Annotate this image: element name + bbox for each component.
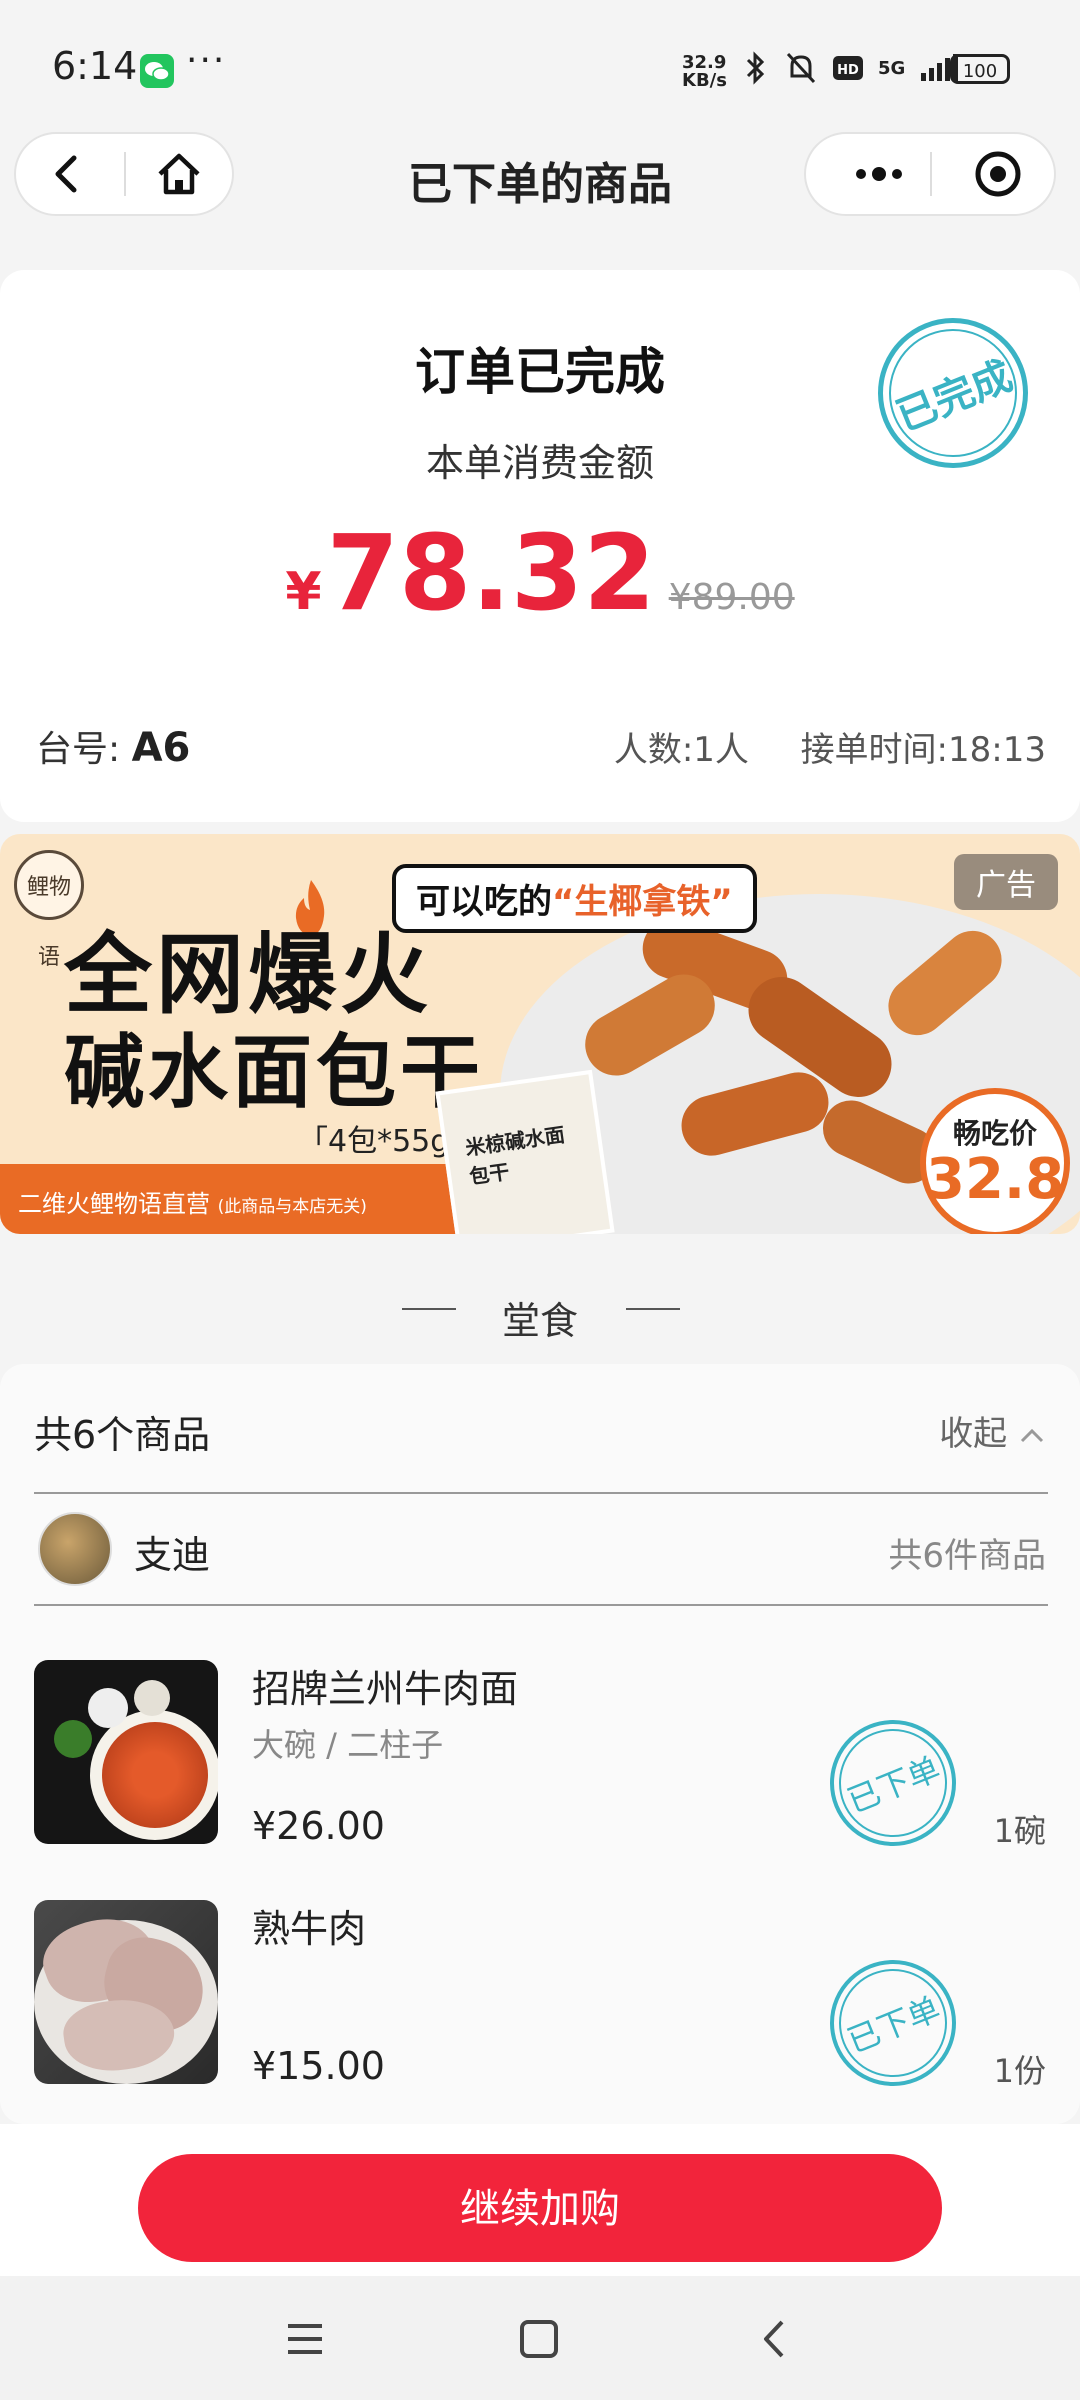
divider	[34, 1492, 1048, 1494]
avatar	[38, 1512, 112, 1586]
network-speed: 32.9 KB/s	[682, 52, 727, 91]
people-count: 人数:1人	[613, 730, 749, 770]
ad-price-value: 32.8	[926, 1147, 1065, 1212]
ad-subhead: 碱水面包干	[64, 1026, 484, 1119]
noodle-bowl	[90, 1710, 218, 1840]
chevron-up-icon	[1020, 1428, 1044, 1443]
more-button[interactable]	[834, 144, 924, 204]
battery-icon: 100	[950, 54, 1010, 84]
home-square-icon[interactable]	[514, 2314, 564, 2364]
more-notifications-icon: ···	[186, 40, 227, 81]
nav-right-capsule	[804, 132, 1056, 216]
item-thumbnail-noodle	[34, 1660, 218, 1844]
item-name: 熟牛肉	[252, 1907, 367, 1951]
menu-icon[interactable]	[280, 2314, 330, 2364]
ad-price-badge: 畅吃价 32.8	[920, 1088, 1070, 1234]
capsule-divider	[930, 152, 932, 196]
ad-price-label: 畅吃价	[952, 1117, 1037, 1150]
ad-footnote: 二维火鲤物语直营 (此商品与本店无关)	[18, 1190, 367, 1218]
svg-text:HD: HD	[837, 63, 859, 78]
item-price: ¥26.00	[252, 1804, 385, 1848]
item-price: ¥15.00	[252, 2044, 385, 2088]
close-miniprogram-button[interactable]	[958, 144, 1038, 204]
order-meta: 人数:1人 接单时间:18:13	[614, 722, 1046, 771]
section-line-right	[626, 1308, 680, 1310]
status-icons: HD 5G	[740, 50, 959, 86]
item-thumbnail-beef	[34, 1900, 218, 2084]
item-quantity: 1碗	[993, 1812, 1046, 1850]
section-heading: 堂食	[501, 1299, 578, 1343]
original-price: ¥89.00	[668, 577, 795, 618]
amount-row: ¥ 78.32 ¥89.00	[0, 512, 1080, 634]
amount-label: 本单消费金额	[425, 441, 654, 485]
more-dots-icon	[856, 167, 902, 181]
item-quantity: 1份	[993, 2052, 1046, 2090]
order-amount: 78.32	[326, 512, 656, 634]
table-info: 台号: A6	[36, 720, 190, 772]
table-number: A6	[131, 725, 191, 771]
continue-ordering-button[interactable]: 继续加购	[138, 2154, 942, 2262]
user-item-count: 共6件商品	[888, 1536, 1046, 1576]
status-bar: 6:14 ··· 32.9 KB/s HD 5G 100	[0, 0, 1080, 130]
hd-icon: HD	[833, 56, 863, 80]
ad-pack-label: 米椋碱水面包干	[463, 1122, 567, 1189]
order-time: 接单时间:18:13	[800, 730, 1046, 770]
item-name: 招牌兰州牛肉面	[252, 1667, 519, 1711]
items-count: 共6个商品	[34, 1413, 211, 1457]
item-spec: 大碗 / 二柱子	[252, 1726, 444, 1764]
collapse-button[interactable]: 收起	[939, 1406, 1046, 1455]
ad-callout-prefix: 可以吃的	[416, 882, 552, 922]
divider	[34, 1604, 1048, 1606]
ad-callout-highlight: “生椰拿铁”	[552, 882, 733, 922]
target-close-icon	[975, 151, 1021, 197]
system-nav-bar	[0, 2276, 1080, 2400]
table-label: 台号:	[36, 729, 121, 770]
currency-symbol: ¥	[285, 562, 322, 622]
ad-callout: 可以吃的“生椰拿铁”	[392, 864, 757, 933]
ad-banner[interactable]: 鲤物语 全网爆火 碱水面包干 「4包*55g」 可以吃的“生椰拿铁” 二维火鲤物…	[0, 834, 1080, 1234]
wechat-icon	[140, 54, 174, 88]
bluetooth-icon	[746, 51, 765, 85]
network-type: 5G	[878, 57, 906, 79]
mute-bell-icon	[786, 52, 816, 84]
user-name: 支迪	[134, 1533, 211, 1577]
status-time: 6:14	[52, 44, 138, 88]
system-back-icon[interactable]	[750, 2314, 800, 2364]
ad-tag: 广告	[954, 854, 1058, 910]
ad-product-pack: 米椋碱水面包干	[435, 1069, 615, 1234]
collapse-label: 收起	[939, 1414, 1008, 1454]
